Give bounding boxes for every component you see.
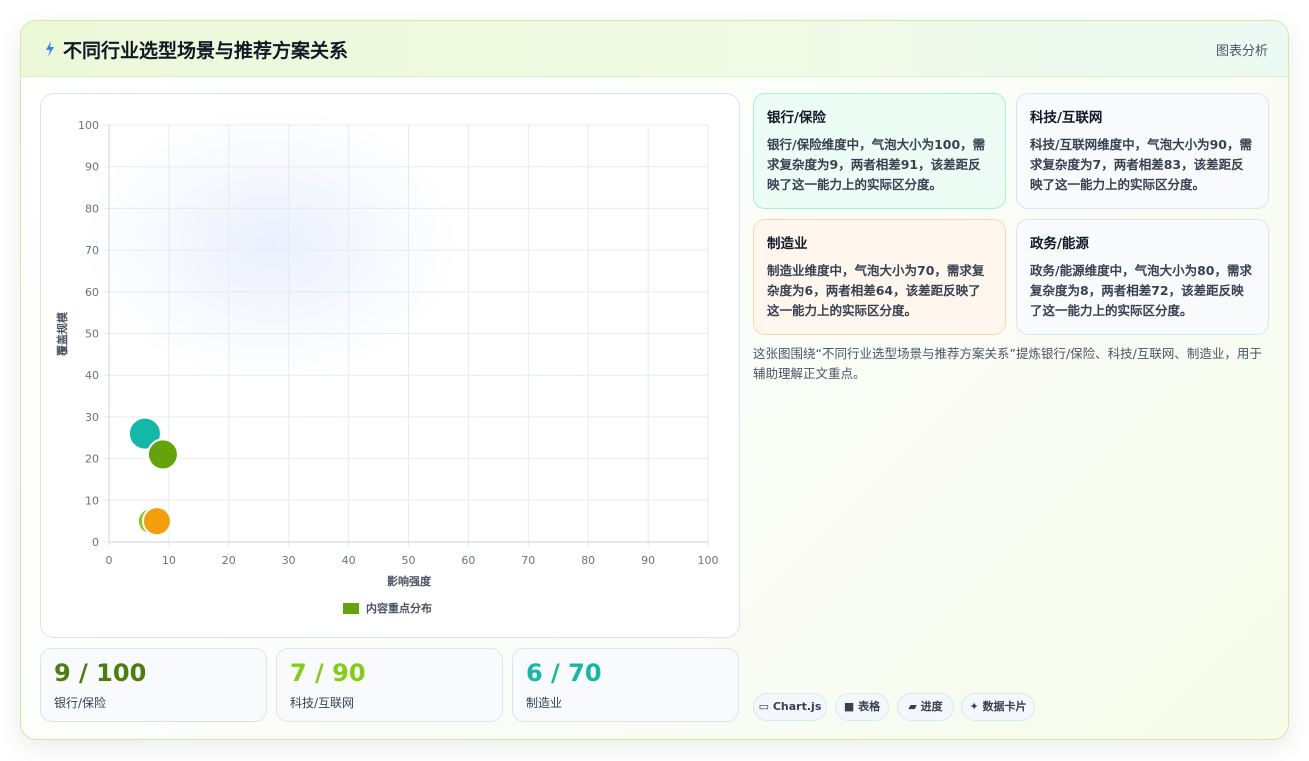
insight-card-1: 银行/保险 银行/保险维度中，气泡大小为100，需求复杂度为9，两者相差91，该… [753,93,1006,209]
stat-card-1: 9 / 100 银行/保险 [40,648,267,722]
stat-label: 科技/互联网 [290,696,355,710]
legend-label[interactable]: 内容重点分布 [366,601,432,615]
y-tick-label: 80 [85,202,99,215]
x-tick-label: 100 [698,554,719,567]
bubble-chart: 0 10 20 30 40 50 60 70 80 90 100 0 10 20 30 40 50 60 70 80… [55,119,719,615]
y-tick-label: 20 [85,453,99,466]
x-axis-label: 影响强度 [387,574,432,588]
y-tick-label: 30 [85,411,99,424]
y-tick-label: 70 [85,244,99,257]
sparkle-icon: ✦ [969,700,979,713]
y-tick-label: 0 [92,536,99,549]
x-tick-label: 0 [106,554,113,567]
insight-card-4: 政务/能源 政务/能源维度中，气泡大小为80，需求复杂度为8，两者相差72，该差… [1016,219,1269,335]
insight-title: 政务/能源 [1030,236,1089,252]
insight-text: 科技/互联网维度中，气泡大小为90，需求复杂度为7，两者相差83，该差距反映了这… [1030,137,1252,192]
stat-label: 银行/保险 [54,696,107,710]
page-title: 不同行业选型场景与推荐方案关系 [63,40,349,62]
y-tick-labels: 0 10 20 30 40 50 60 70 80 90 100 [78,119,99,549]
chart-icon: ▭ [758,700,770,713]
x-tick-label: 60 [461,554,475,567]
stat-card-3: 6 / 70 制造业 [512,648,739,722]
chip-data-cards[interactable]: ✦ 数据卡片 [961,693,1035,721]
chart-card: 不同行业选型场景与推荐方案关系 图表分析 0 10 20 30 40 50 60 70 80 90… [20,20,1289,740]
chip-table[interactable]: ■ 表格 [835,693,889,721]
x-tick-label: 20 [222,554,236,567]
chart-grid [104,124,709,547]
stat-value: 7 / 90 [290,659,366,687]
stat-card-2: 7 / 90 科技/互联网 [276,648,503,722]
stat-value: 9 / 100 [54,659,147,687]
bubble-point[interactable] [141,506,172,537]
chip-progress[interactable]: ▰ 进度 [897,693,954,721]
insight-text: 政务/能源维度中，气泡大小为80，需求复杂度为8，两者相差72，该差距反映了这一… [1030,263,1252,318]
chart-description: 这张图围绕“不同行业选型场景与推荐方案关系”提炼银行/保险、科技/互联网、制造业… [753,346,1262,381]
chip-label: Chart.js [772,700,822,713]
chart-panel: 0 10 20 30 40 50 60 70 80 90 100 0 10 20 30 40 50 60 70 80… [40,93,740,638]
x-tick-label: 50 [402,554,416,567]
x-tick-label: 90 [641,554,655,567]
stat-label: 制造业 [526,696,563,710]
legend-swatch[interactable] [343,603,359,614]
insight-title: 银行/保险 [767,110,826,126]
y-tick-label: 10 [85,494,99,507]
chip-chartjs[interactable]: ▭ Chart.js [753,693,827,721]
chip-label: 进度 [920,700,943,713]
page: 不同行业选型场景与推荐方案关系 图表分析 0 10 20 30 40 50 60 70 80 90… [0,0,1309,761]
lightning-icon [46,41,54,57]
x-tick-label: 30 [282,554,296,567]
chart-analysis-tag: 图表分析 [1215,44,1268,59]
x-tick-label: 80 [581,554,595,567]
insight-title: 科技/互联网 [1030,110,1103,126]
progress-icon: ▰ [908,700,917,713]
x-tick-label: 70 [521,554,535,567]
chip-label: 数据卡片 [982,700,1027,713]
insight-card-2: 科技/互联网 科技/互联网维度中，气泡大小为90，需求复杂度为7，两者相差83，… [1016,93,1269,209]
chart-bubbles [127,416,179,537]
x-tick-label: 40 [342,554,356,567]
insight-text: 银行/保险维度中，气泡大小为100，需求复杂度为9，两者相差91，该差距反映了这… [767,137,986,192]
stat-value: 6 / 70 [526,659,602,687]
y-tick-label: 100 [78,119,99,132]
insight-text: 制造业维度中，气泡大小为70，需求复杂度为6，两者相差64，该差距反映了这一能力… [767,263,985,318]
y-tick-label: 50 [85,328,99,341]
x-tick-label: 10 [162,554,176,567]
card-header: 不同行业选型场景与推荐方案关系 图表分析 [21,21,1288,77]
y-tick-label: 40 [85,369,99,382]
chip-label: 表格 [858,700,881,713]
y-tick-label: 90 [85,161,99,174]
insight-card-3: 制造业 制造业维度中，气泡大小为70，需求复杂度为6，两者相差64，该差距反映了… [753,219,1006,335]
bubble-point[interactable] [146,438,179,471]
table-icon: ■ [843,700,855,713]
insight-title: 制造业 [767,236,808,252]
x-tick-labels: 0 10 20 30 40 50 60 70 80 90 100 [106,554,719,567]
y-tick-label: 60 [85,286,99,299]
y-axis-label: 覆盖规模 [55,311,69,356]
